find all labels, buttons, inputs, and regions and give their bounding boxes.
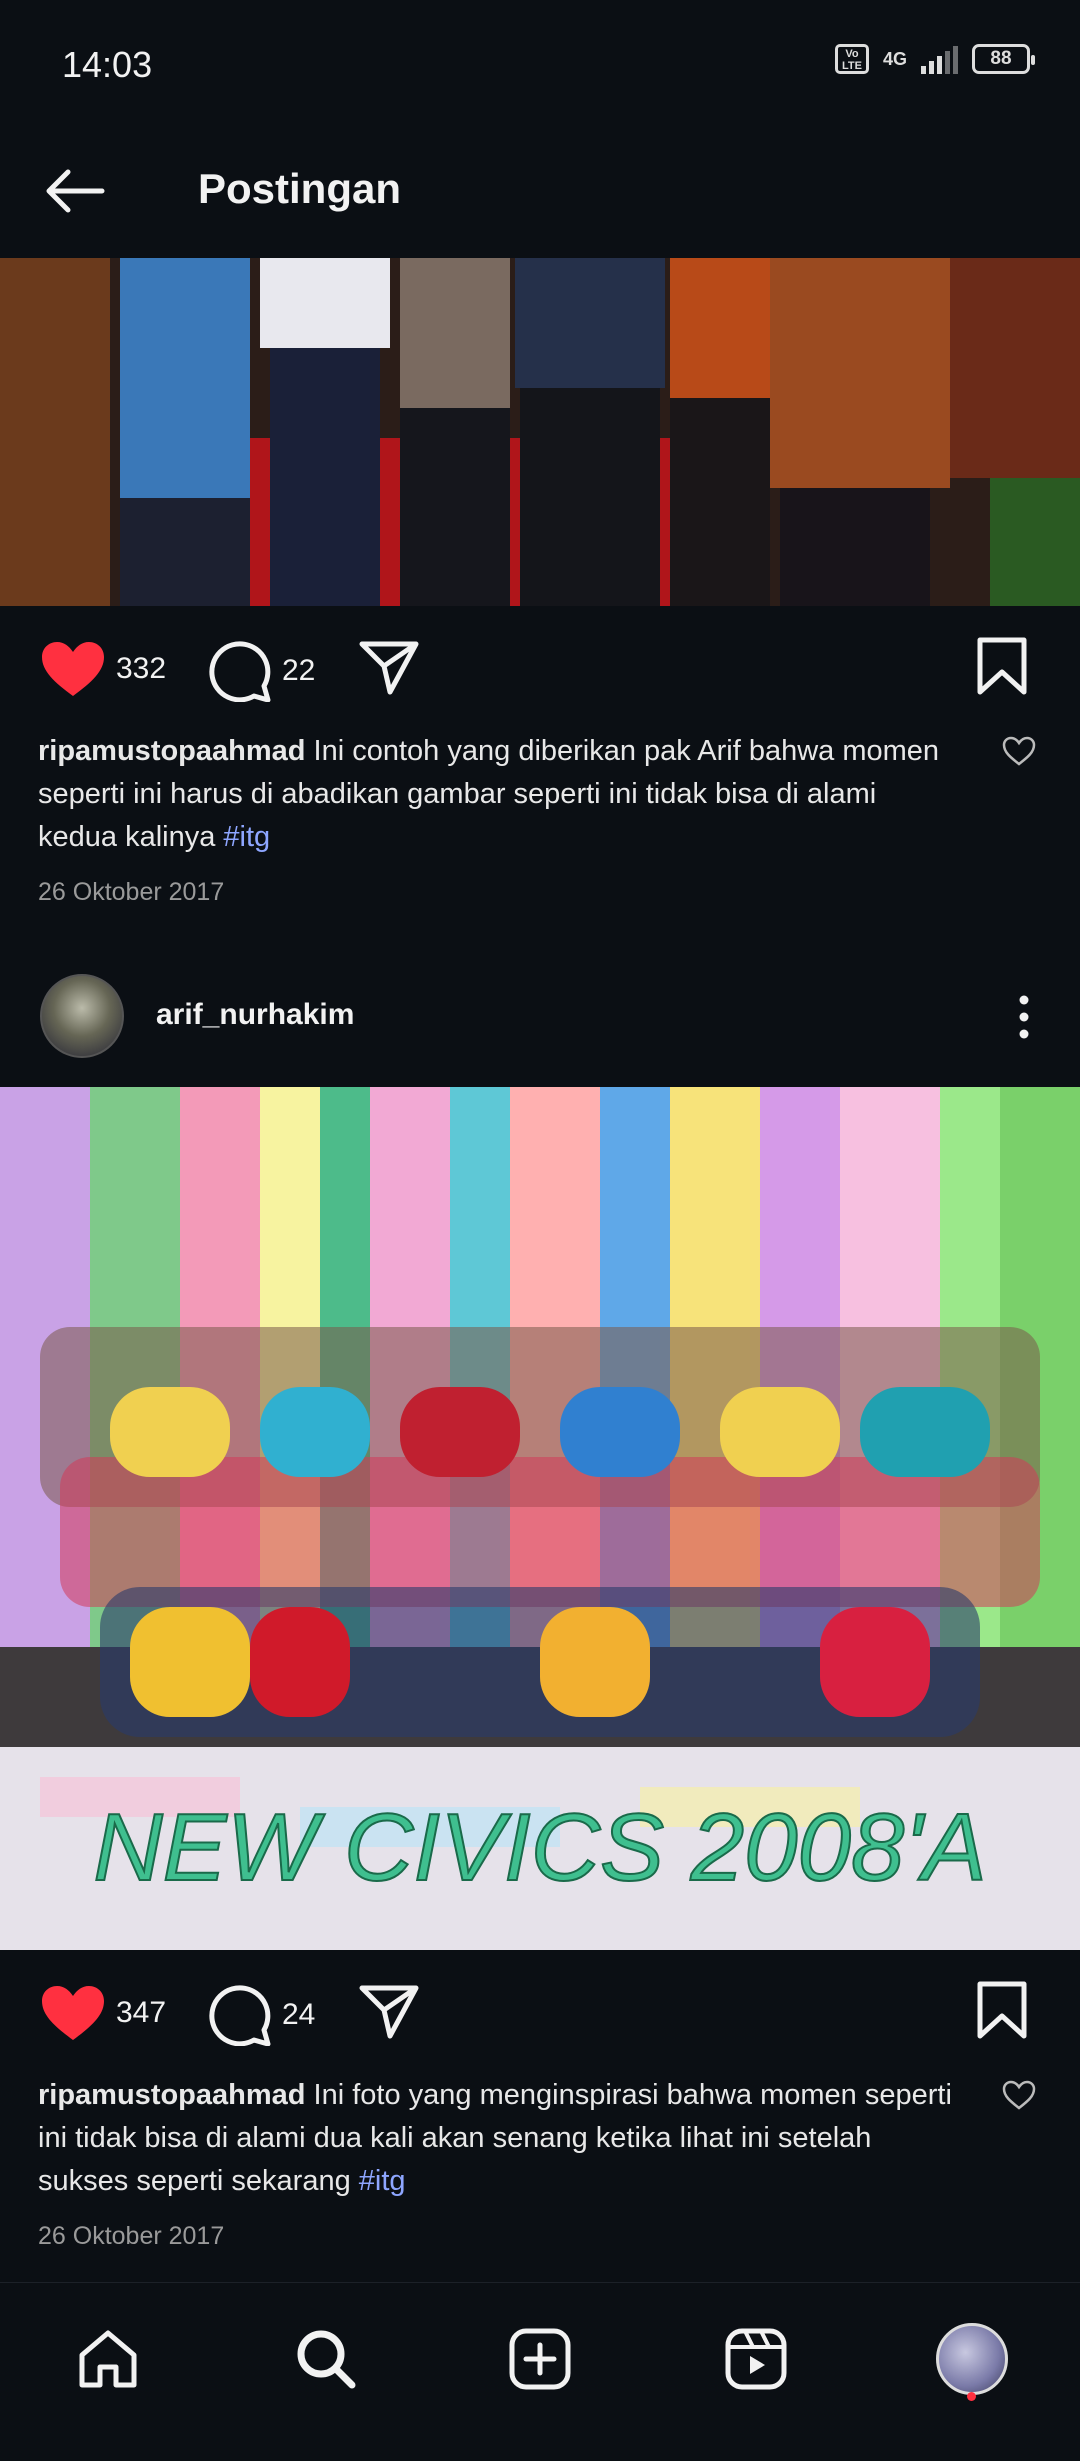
volte-icon: Vo LTE <box>834 44 869 74</box>
caption-hashtag[interactable]: #itg <box>359 2165 406 2197</box>
home-icon <box>79 2330 137 2388</box>
create-icon <box>509 2328 571 2390</box>
post-image[interactable]: NEW CIVICS 2008'A <box>0 1087 1080 1950</box>
caption-username[interactable]: ripamustopaahmad <box>38 2079 306 2111</box>
search-icon <box>297 2330 356 2389</box>
status-icons: Vo LTE 4G 88 <box>834 44 1035 74</box>
bookmark-icon <box>977 1981 1027 2039</box>
share-button[interactable] <box>358 640 420 696</box>
page-title: Postingan <box>198 165 402 212</box>
comment-count: 22 <box>282 654 316 687</box>
group-of-people <box>40 1327 1040 1737</box>
caption-like-heart-icon[interactable] <box>1002 736 1036 766</box>
post-caption: ripamustopaahmad Ini foto yang menginspi… <box>38 2074 958 2203</box>
status-time: 14:03 <box>62 44 153 85</box>
share-icon <box>359 641 419 695</box>
back-arrow-icon <box>46 169 105 213</box>
nav-create[interactable] <box>500 2319 580 2399</box>
nav-search[interactable] <box>286 2319 366 2399</box>
save-button[interactable] <box>976 1980 1028 2040</box>
post-header: arif_nurhakim <box>0 970 1080 1062</box>
post-actions: 347 24 <box>0 1968 1080 2058</box>
caption-username[interactable]: ripamustopaahmad <box>38 735 306 767</box>
author-username[interactable]: arif_nurhakim <box>156 998 354 1032</box>
like-count: 332 <box>116 652 167 685</box>
post-photo-1 <box>0 258 1080 606</box>
nav-profile[interactable] <box>932 2319 1012 2399</box>
comment-count: 24 <box>282 1998 316 2031</box>
image-overlay-text: NEW CIVICS 2008'A <box>93 1794 986 1901</box>
caption-like-heart-icon[interactable] <box>1002 2080 1036 2110</box>
like-heart-icon[interactable] <box>40 1984 106 2042</box>
caption-hashtag[interactable]: #itg <box>223 821 270 853</box>
bottom-nav <box>0 2282 1080 2461</box>
bookmark-icon <box>977 637 1027 695</box>
share-icon <box>359 1985 419 2039</box>
battery-icon: 88 <box>972 44 1035 74</box>
post-image[interactable] <box>0 258 1080 606</box>
notification-dot <box>967 2392 976 2401</box>
comment-icon[interactable] <box>208 1984 272 2046</box>
comment-icon[interactable] <box>208 640 272 702</box>
back-button[interactable] <box>40 156 110 226</box>
share-button[interactable] <box>358 1984 420 2040</box>
profile-avatar <box>936 2323 1008 2395</box>
nav-home[interactable] <box>68 2319 148 2399</box>
post-date: 26 Oktober 2017 <box>38 2222 225 2250</box>
like-group: 347 <box>40 1984 166 2042</box>
post-date: 26 Oktober 2017 <box>38 878 225 906</box>
like-group: 332 <box>40 640 166 698</box>
signal-icon <box>921 44 958 74</box>
save-button[interactable] <box>976 636 1028 696</box>
author-avatar[interactable] <box>40 974 124 1058</box>
more-options-icon[interactable] <box>1004 992 1044 1042</box>
post-caption: ripamustopaahmad Ini contoh yang diberik… <box>38 730 958 859</box>
comment-group: 22 <box>208 640 315 702</box>
like-count: 347 <box>116 1996 167 2029</box>
reels-icon <box>725 2328 787 2390</box>
post-photo-2: NEW CIVICS 2008'A <box>0 1087 1080 1950</box>
status-bar: 14:03 Vo LTE 4G 88 <box>0 0 1080 130</box>
nav-reels[interactable] <box>716 2319 796 2399</box>
comment-group: 24 <box>208 1984 315 2046</box>
like-heart-icon[interactable] <box>40 640 106 698</box>
post-actions: 332 22 <box>0 624 1080 714</box>
network-type: 4G <box>882 48 907 69</box>
top-bar: Postingan <box>0 130 1080 258</box>
